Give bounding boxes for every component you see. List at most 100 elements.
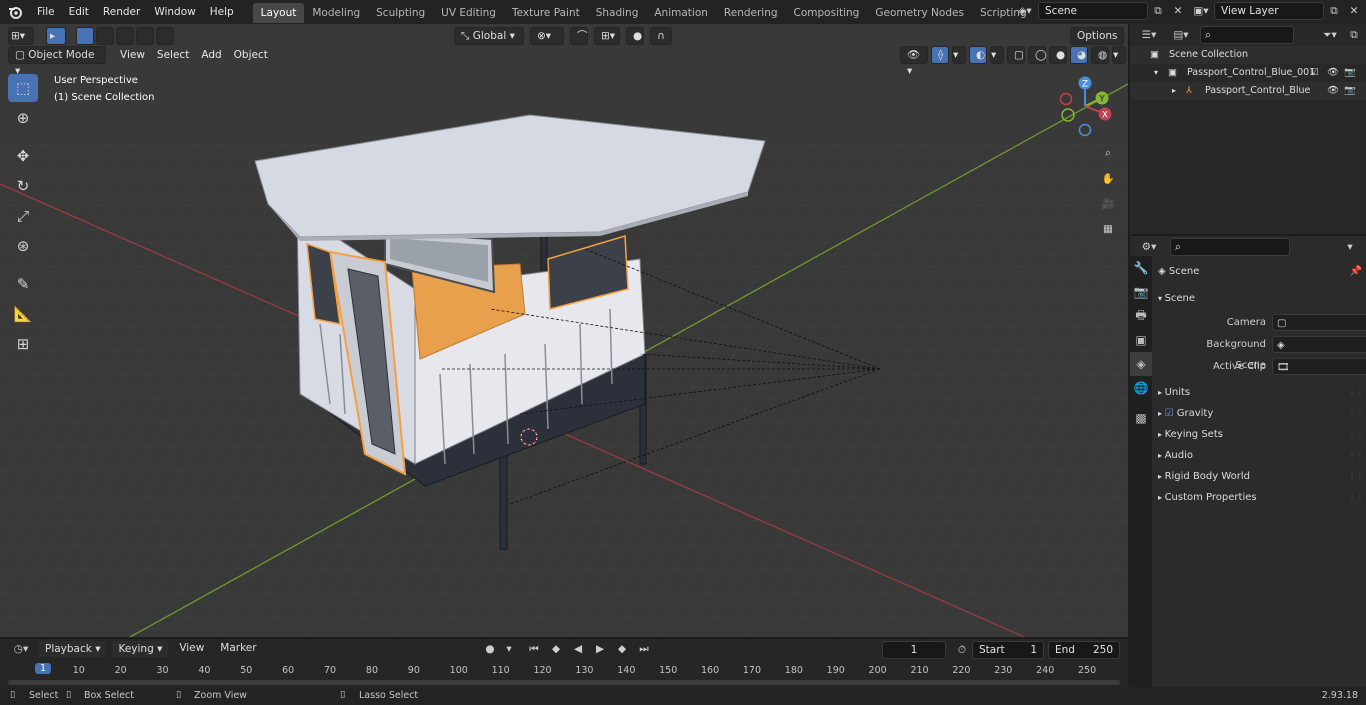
workspace-tab-shading[interactable]: Shading [588,3,647,23]
add-cube-tool[interactable]: ⊞ [8,330,38,358]
transform-tool[interactable]: ⊛ [8,232,38,260]
subpanel-custom-properties[interactable]: ▸ Custom Properties ⋮⋮ [1158,487,1366,508]
menu-render[interactable]: Render [96,0,147,24]
proportional-falloff-dropdown[interactable]: ∩ [650,27,672,45]
scene-selector-icon[interactable]: ◈▾ [1012,2,1038,20]
perspective-toggle-icon[interactable]: ▦ [1098,216,1118,241]
pan-hand-icon[interactable]: ✋ [1098,166,1118,191]
drag-handle-icon[interactable]: ⋮⋮ [1348,487,1364,508]
subpanel-gravity[interactable]: ▸ ☑ Gravity ⋮⋮ [1158,403,1366,424]
camera-field[interactable]: ▢⚲ [1272,314,1366,331]
drag-handle-icon[interactable]: ⋮⋮ [1348,466,1364,487]
select-invert-icon[interactable] [136,27,154,45]
drag-handle-icon[interactable]: ⋮⋮ [1348,403,1364,424]
viewport-menu-add[interactable]: Add [195,49,227,61]
scene-tab-icon[interactable]: ◈ [1130,352,1152,376]
options-dropdown[interactable]: Options ▾ [1070,27,1124,58]
select-box-tool[interactable]: ⬚ [8,74,38,102]
gizmo-toggle[interactable]: ⟠ [931,46,949,64]
workspace-tab-modeling[interactable]: Modeling [304,3,368,23]
menu-edit[interactable]: Edit [62,0,96,24]
editor-type-button[interactable]: ⊞▾ [8,27,34,45]
view-layer-icon[interactable]: ▣▾ [1188,2,1214,20]
drag-handle-icon[interactable]: ⋮⋮ [1348,424,1364,445]
xray-toggle[interactable]: ▢ [1007,46,1025,64]
scene-panel-header[interactable]: ▾ Scene [1158,288,1366,309]
checkbox-icon[interactable]: ☑ [1310,64,1319,82]
scene-name-field[interactable]: Scene [1038,2,1148,20]
drag-handle-icon[interactable]: ⋮⋮ [1348,445,1364,466]
snap-target-dropdown[interactable]: ⊞▾ [594,27,620,45]
wireframe-shading-button[interactable]: ◯ [1028,46,1047,64]
overlay-dropdown[interactable]: ▾ [990,46,1004,64]
outliner-row-object[interactable]: ▸ ⅄ Passport_Control_Blue 👁 📷 [1130,82,1366,100]
subpanel-audio[interactable]: ▸ Audio ⋮⋮ [1158,445,1366,466]
workspace-tab-animation[interactable]: Animation [646,3,716,23]
select-extend-icon[interactable] [96,27,114,45]
outliner-row-scene-collection[interactable]: ▣ Scene Collection [1130,46,1366,64]
select-mode-button[interactable]: ▸ [46,27,66,45]
navigation-gizmo[interactable]: Z Y X [1055,74,1115,139]
viewport-menu-view[interactable]: View [114,49,151,61]
timeline-scrollbar[interactable] [8,680,1120,685]
view-layer-field[interactable]: View Layer [1214,2,1324,20]
workspace-tab-sculpting[interactable]: Sculpting [368,3,433,23]
overlay-toggle[interactable]: ◐ [969,46,987,64]
display-mode-icon[interactable]: ▤▾ [1168,26,1194,44]
delete-scene-icon[interactable]: ✕ [1168,2,1188,20]
scale-tool[interactable]: ⤢ [8,202,38,230]
render-tab-icon[interactable]: 📷 [1130,280,1152,304]
background-scene-field[interactable]: ◈ [1272,336,1366,353]
rendered-shading-button[interactable]: ◍ [1091,46,1109,64]
expand-arrow-icon[interactable]: ▾ [1154,64,1158,82]
menu-help[interactable]: Help [203,0,241,24]
workspace-tab-uv-editing[interactable]: UV Editing [433,3,504,23]
eye-icon[interactable]: 👁 [1327,82,1339,100]
texture-tab-icon[interactable]: ▩ [1130,406,1152,430]
filter-icon[interactable]: ⏷▾ [1316,26,1344,44]
select-intersect-icon[interactable] [156,27,174,45]
active-clip-field[interactable]: 🎞 [1272,358,1366,375]
properties-search-input[interactable]: ⌕ [1170,238,1290,256]
output-tab-icon[interactable]: 🖶 [1130,304,1152,328]
move-tool[interactable]: ✥ [8,142,38,170]
measure-tool[interactable]: 📐 [8,300,38,328]
proportional-edit-toggle[interactable]: ● [626,27,644,45]
rotate-tool[interactable]: ↻ [8,172,38,200]
mode-dropdown[interactable]: ▢ Object Mode ▾ [8,46,106,77]
solid-shading-button[interactable]: ● [1049,46,1067,64]
gizmo-dropdown[interactable]: ▾ [952,46,966,64]
new-view-layer-icon[interactable]: ⧉ [1324,2,1344,20]
outliner-row-collection[interactable]: ▾ ▣ Passport_Control_Blue_001 ☑ 👁 📷 [1130,64,1366,82]
subpanel-keying-sets[interactable]: ▸ Keying Sets ⋮⋮ [1158,424,1366,445]
properties-editor-type-icon[interactable]: ⚙▾ [1136,238,1162,256]
camera-icon[interactable]: 📷 [1344,82,1356,100]
workspace-tab-texture-paint[interactable]: Texture Paint [504,3,588,23]
cursor-tool[interactable]: ⊕ [8,104,38,132]
subpanel-rigid-body-world[interactable]: ▸ Rigid Body World ⋮⋮ [1158,466,1366,487]
select-subtract-icon[interactable] [116,27,134,45]
view-layer-tab-icon[interactable]: ▣ [1130,328,1152,352]
expand-arrow-icon[interactable]: ▸ [1172,82,1176,100]
pin-icon[interactable]: 📌 [1350,261,1362,282]
outliner-search-input[interactable]: ⌕ [1200,26,1294,44]
camera-view-icon[interactable]: 🎥 [1098,191,1118,216]
material-shading-button[interactable]: ◕ [1070,46,1088,64]
eye-icon[interactable]: 👁 [1327,64,1339,82]
select-new-icon[interactable] [76,27,94,45]
workspace-tab-layout[interactable]: Layout [252,3,305,23]
gizmo-neg-y[interactable] [1061,108,1075,122]
3d-viewport[interactable]: ⊞▾ ▸ ⤡ Global ▾ ⊗▾ ⌒ ⊞▾ ● ∩ Options ▾ ▢ … [0,24,1128,637]
viewport-menu-select[interactable]: Select [151,49,195,61]
tool-tab-icon[interactable]: 🔧 [1130,256,1152,280]
viewport-menu-object[interactable]: Object [228,49,274,61]
delete-view-layer-icon[interactable]: ✕ [1344,2,1364,20]
gravity-checkbox[interactable]: ☑ [1165,408,1177,419]
outliner-editor-type-icon[interactable]: ☰▾ [1136,26,1162,44]
annotate-tool[interactable]: ✎ [8,270,38,298]
properties-options-icon[interactable]: ▾ [1340,238,1360,256]
menu-file[interactable]: File [30,0,62,24]
shading-dropdown[interactable]: ▾ [1112,46,1126,64]
workspace-tab-rendering[interactable]: Rendering [716,3,786,23]
zoom-icon[interactable]: ⌕ [1098,141,1118,166]
